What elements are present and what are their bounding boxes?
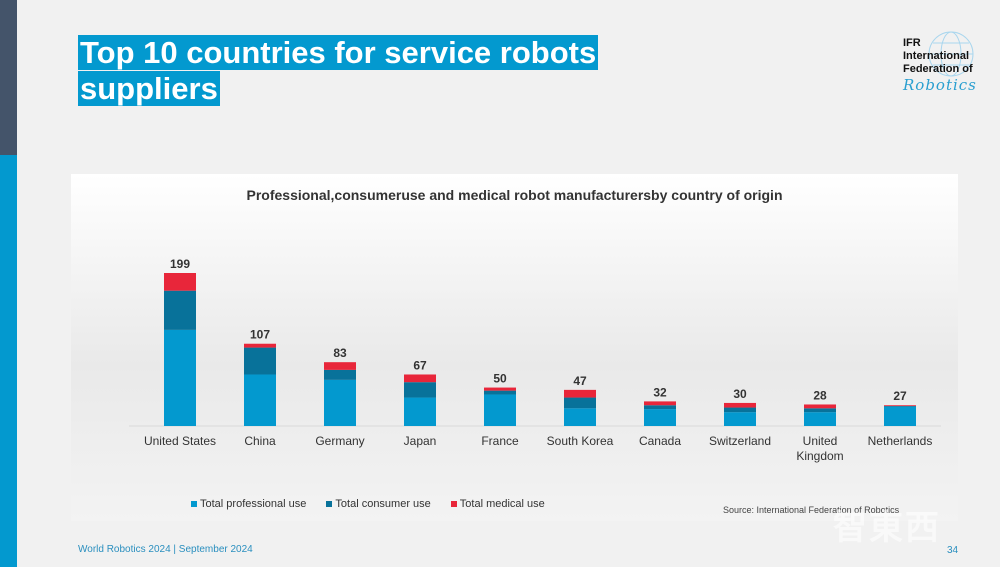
legend-label-consumer: Total consumer use — [335, 498, 431, 510]
bar-segment-total-medical-use — [244, 343, 276, 348]
bar-segment-total-consumer-use — [164, 290, 196, 330]
data-label: 83 — [333, 346, 347, 360]
bar-segment-total-medical-use — [324, 362, 356, 370]
data-label: 30 — [733, 387, 747, 401]
data-label: 67 — [413, 358, 427, 372]
bar-segment-total-consumer-use — [884, 406, 916, 407]
logo-ifr: IFR — [903, 37, 921, 49]
bar-segment-total-professional-use — [244, 374, 276, 426]
sidebar-accent-blue — [0, 155, 17, 567]
x-tick-label: South Korea — [547, 434, 614, 448]
stacked-bar-chart: 199 United States 107 China 83 Germany 67 Japan… — [129, 257, 941, 463]
bar-segment-total-medical-use — [564, 389, 596, 398]
x-tick-label: China — [244, 434, 276, 448]
bar-segment-total-consumer-use — [804, 408, 836, 413]
chart-panel: Professional,consumeruse and medical rob… — [71, 174, 958, 521]
slide-title-line1: Top 10 countries for service robots — [78, 35, 599, 70]
data-label: 27 — [893, 389, 907, 403]
bar-segment-total-professional-use — [484, 394, 516, 426]
bar-segment-total-medical-use — [884, 405, 916, 407]
sidebar-accent-dark — [0, 0, 17, 155]
bar-segment-total-consumer-use — [484, 390, 516, 395]
data-label: 32 — [653, 385, 667, 399]
legend-item-medical: Total medical use — [450, 498, 545, 510]
logo-robotics: Robotics — [903, 76, 977, 94]
data-label: 28 — [813, 388, 827, 402]
bar-segment-total-professional-use — [804, 412, 836, 426]
bar-segment-total-professional-use — [324, 379, 356, 426]
x-tick-label: Switzerland — [709, 434, 771, 448]
legend-item-professional: Total professional use — [191, 498, 306, 510]
data-label: 50 — [493, 372, 507, 386]
bar-segment-total-medical-use — [164, 273, 196, 291]
page-number: 34 — [947, 545, 959, 556]
watermark: 智東西 — [833, 509, 941, 547]
footer-text: World Robotics 2024 | September 2024 — [78, 544, 253, 555]
bar-segment-total-professional-use — [644, 409, 676, 426]
legend-swatch-medical — [450, 501, 457, 507]
bar-segment-total-professional-use — [564, 408, 596, 426]
x-tick-label: United States — [144, 434, 216, 448]
bar-segment-total-medical-use — [484, 387, 516, 391]
bar-segment-total-professional-use — [404, 397, 436, 426]
x-tick-label: Kingdom — [796, 449, 843, 463]
x-tick-label: Germany — [315, 434, 364, 448]
legend-swatch-consumer — [326, 501, 333, 507]
bar-segment-total-consumer-use — [644, 405, 676, 410]
bar-segment-total-consumer-use — [244, 347, 276, 375]
bar-segment-total-medical-use — [724, 402, 756, 408]
x-tick-label: France — [481, 434, 519, 448]
bar-segment-total-medical-use — [404, 374, 436, 383]
data-label: 199 — [170, 257, 190, 271]
logo-international: International — [903, 50, 970, 62]
x-tick-label: Canada — [639, 434, 681, 448]
bar-segment-total-consumer-use — [724, 407, 756, 413]
legend-swatch-professional — [191, 501, 197, 507]
slide-title-line2: suppliers — [78, 71, 220, 106]
bar-segment-total-professional-use — [724, 412, 756, 426]
x-tick-label: Japan — [404, 434, 437, 448]
chart-legend: Total professional use Total consumer us… — [191, 498, 545, 510]
legend-item-consumer: Total consumer use — [326, 498, 431, 510]
bar-segment-total-consumer-use — [564, 397, 596, 409]
data-label: 47 — [573, 374, 587, 388]
slide-title: Top 10 countries for service robots supp… — [78, 35, 599, 107]
ifr-logo: IFR International Federation of Robotics — [903, 31, 998, 97]
data-label: 107 — [250, 328, 270, 342]
bar-segment-total-consumer-use — [324, 369, 356, 380]
legend-label-professional: Total professional use — [200, 498, 307, 510]
legend-label-medical: Total medical use — [459, 498, 545, 510]
bar-segment-total-professional-use — [164, 329, 196, 426]
bar-segment-total-consumer-use — [404, 382, 436, 398]
x-tick-label: Netherlands — [868, 434, 933, 448]
bar-segment-total-medical-use — [644, 401, 676, 406]
logo-federation: Federation of — [903, 63, 973, 75]
bar-segment-total-professional-use — [884, 406, 916, 426]
bar-segment-total-medical-use — [804, 404, 836, 409]
x-tick-label: United — [803, 434, 838, 448]
